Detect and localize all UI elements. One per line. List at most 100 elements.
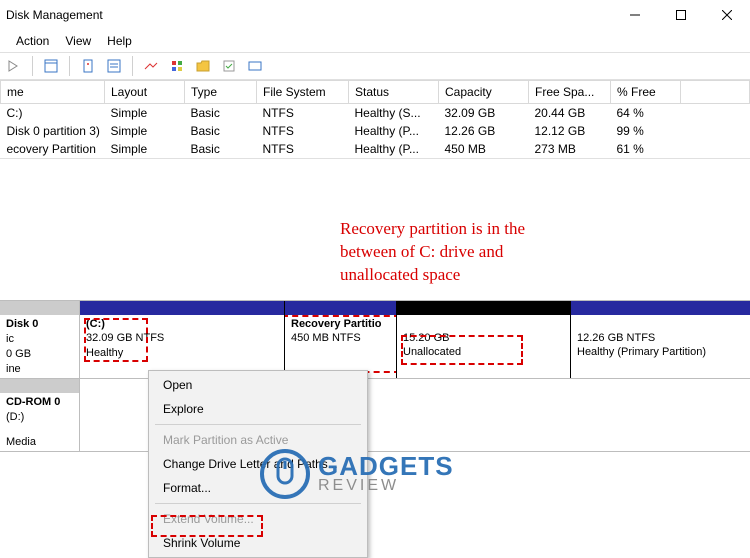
cell-capacity: 12.26 GB [439, 122, 529, 140]
annotation-line: unallocated space [340, 264, 525, 287]
cell-status: Healthy (S... [349, 104, 439, 123]
disk-info: 0 GB [6, 347, 73, 362]
col-layout[interactable]: Layout [105, 81, 185, 104]
col-pct[interactable]: % Free [611, 81, 681, 104]
maximize-button[interactable] [658, 0, 704, 30]
cell-free: 273 MB [529, 140, 611, 158]
annotation-text: Recovery partition is in the between of … [340, 218, 525, 287]
cell-pct: 99 % [611, 122, 681, 140]
cell-layout: Simple [105, 122, 185, 140]
cell-free: 20.44 GB [529, 104, 611, 123]
toolbar-separator [32, 56, 33, 76]
ctx-open[interactable]: Open [149, 373, 367, 397]
disk-info: ine [6, 362, 73, 377]
col-fs[interactable]: File System [257, 81, 349, 104]
col-name[interactable]: me [1, 81, 105, 104]
partition-strip: (C:) 32.09 GB NTFS Healthy Recovery Part… [80, 301, 750, 378]
partition-size: 15.20 GB [403, 331, 564, 345]
cell-name: C:) [1, 104, 105, 123]
properties-icon[interactable] [41, 56, 61, 76]
refresh-icon[interactable] [78, 56, 98, 76]
cell-free: 12.12 GB [529, 122, 611, 140]
disk-name: Disk 0 [6, 317, 73, 332]
title-bar: Disk Management [0, 0, 750, 30]
mouse-icon [258, 447, 312, 501]
partition-status: Unallocated [403, 345, 564, 359]
toolbar-separator [69, 56, 70, 76]
cell-type: Basic [185, 104, 257, 123]
disk-name: CD-ROM 0 [6, 395, 73, 410]
cell-name: ecovery Partition [1, 140, 105, 158]
partition-unallocated[interactable]: 15.20 GB Unallocated [397, 301, 571, 378]
disk-info: Media [6, 435, 73, 450]
partition-bar [80, 301, 284, 315]
cell-pct: 61 % [611, 140, 681, 158]
cell-capacity: 450 MB [439, 140, 529, 158]
col-free[interactable]: Free Spa... [529, 81, 611, 104]
partition-size: 32.09 GB NTFS [86, 331, 278, 345]
partition-size: 12.26 GB NTFS [577, 331, 744, 345]
menu-action[interactable]: Action [16, 34, 49, 48]
cell-fs: NTFS [257, 122, 349, 140]
cell-fs: NTFS [257, 140, 349, 158]
close-button[interactable] [704, 0, 750, 30]
cell-pct: 64 % [611, 104, 681, 123]
annotation-line: between of C: drive and [340, 241, 525, 264]
cell-layout: Simple [105, 104, 185, 123]
security-icon[interactable] [219, 56, 239, 76]
partition-title: Recovery Partitio [291, 317, 390, 331]
partition-title: (C:) [86, 317, 278, 331]
col-status[interactable]: Status [349, 81, 439, 104]
maximize-icon [676, 10, 686, 20]
partition-status: Healthy (Primary Partition) [577, 345, 744, 359]
ctx-extend[interactable]: Extend Volume... [149, 507, 367, 531]
col-type[interactable]: Type [185, 81, 257, 104]
partition-bar [571, 301, 750, 315]
table-row[interactable]: ecovery Partition Simple Basic NTFS Heal… [1, 140, 750, 158]
list-icon[interactable] [104, 56, 124, 76]
minimize-icon [630, 10, 640, 20]
table-row[interactable]: C:) Simple Basic NTFS Healthy (S... 32.0… [1, 104, 750, 123]
cell-status: Healthy (P... [349, 140, 439, 158]
partition-recovery[interactable]: Recovery Partitio 450 MB NTFS [285, 301, 397, 378]
window-title: Disk Management [4, 8, 612, 22]
disk-info: (D:) [6, 410, 73, 425]
partition-status: Healthy [86, 346, 278, 360]
cell-layout: Simple [105, 140, 185, 158]
menu-view[interactable]: View [65, 34, 91, 48]
ctx-shrink[interactable]: Shrink Volume [149, 531, 367, 555]
col-empty [681, 81, 750, 104]
cell-name: Disk 0 partition 3) [1, 122, 105, 140]
partition-primary[interactable]: 12.26 GB NTFS Healthy (Primary Partition… [571, 301, 750, 378]
volume-list: me Layout Type File System Status Capaci… [0, 80, 750, 159]
partition-bar [285, 301, 396, 315]
cell-status: Healthy (P... [349, 122, 439, 140]
palette-icon[interactable] [167, 56, 187, 76]
cell-type: Basic [185, 122, 257, 140]
ctx-explore[interactable]: Explore [149, 397, 367, 421]
disk-label[interactable]: Disk 0 ic 0 GB ine [0, 301, 80, 378]
folder-icon[interactable] [193, 56, 213, 76]
disk-row: Disk 0 ic 0 GB ine (C:) 32.09 GB NTFS He… [0, 300, 750, 378]
menu-help[interactable]: Help [107, 34, 132, 48]
disk-graphical-view: Disk 0 ic 0 GB ine (C:) 32.09 GB NTFS He… [0, 300, 750, 452]
forward-icon[interactable] [4, 56, 24, 76]
partition-bar [397, 301, 570, 315]
disk-row: CD-ROM 0 (D:) Media [0, 378, 750, 452]
annotation-line: Recovery partition is in the [340, 218, 525, 241]
close-icon [722, 10, 732, 20]
table-header-row: me Layout Type File System Status Capaci… [1, 81, 750, 104]
table-row[interactable]: Disk 0 partition 3) Simple Basic NTFS He… [1, 122, 750, 140]
minimize-button[interactable] [612, 0, 658, 30]
settings-icon[interactable] [245, 56, 265, 76]
action-icon[interactable] [141, 56, 161, 76]
ctx-separator [155, 424, 361, 425]
partition-c[interactable]: (C:) 32.09 GB NTFS Healthy [80, 301, 285, 378]
watermark: GADGETS REVIEW [258, 447, 454, 501]
cell-type: Basic [185, 140, 257, 158]
cell-fs: NTFS [257, 104, 349, 123]
col-capacity[interactable]: Capacity [439, 81, 529, 104]
ctx-separator [155, 503, 361, 504]
disk-label[interactable]: CD-ROM 0 (D:) Media [0, 379, 80, 451]
toolbar [0, 52, 750, 80]
